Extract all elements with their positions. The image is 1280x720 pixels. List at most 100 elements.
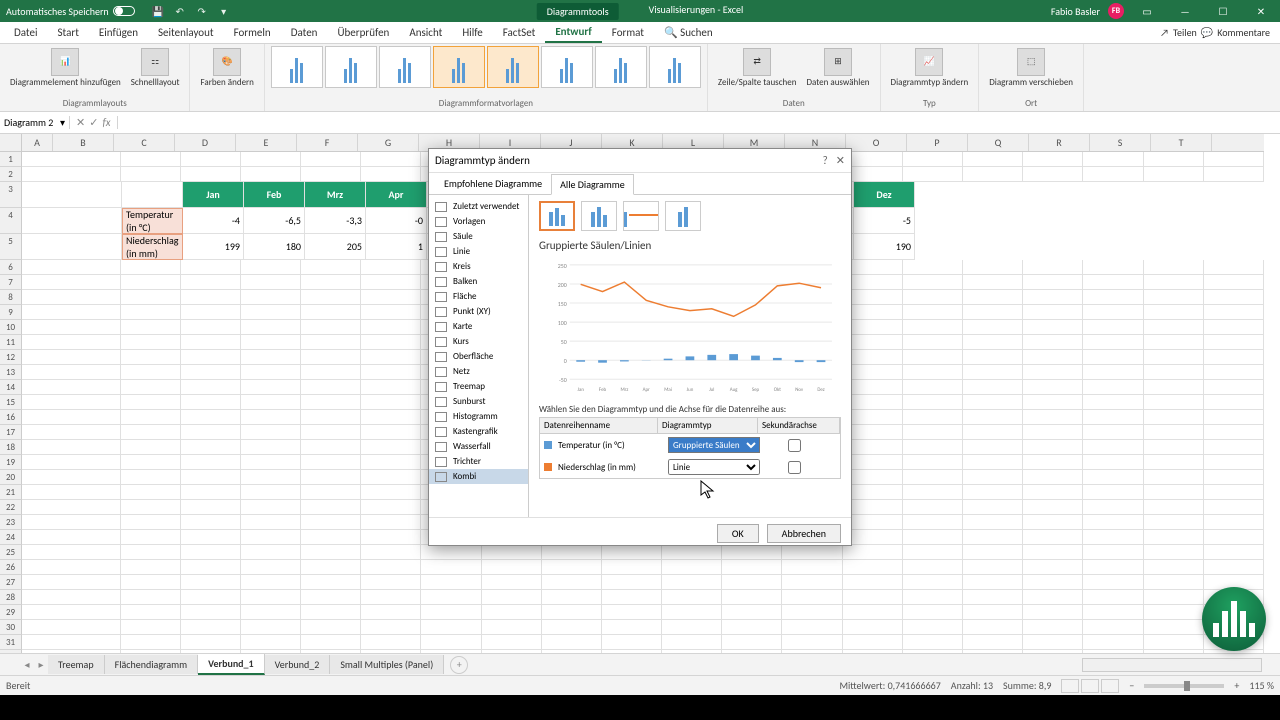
cell[interactable]	[1083, 635, 1143, 650]
cell[interactable]	[1083, 395, 1143, 410]
cell[interactable]	[1023, 320, 1083, 335]
cell[interactable]	[963, 455, 1023, 470]
enter-fx-icon[interactable]: ✓	[89, 116, 98, 129]
cell[interactable]	[843, 620, 903, 635]
cell[interactable]	[843, 650, 903, 653]
cell[interactable]	[361, 275, 421, 290]
chart-category-item[interactable]: Kombi	[429, 469, 528, 484]
cell[interactable]	[181, 530, 241, 545]
cell[interactable]	[1083, 485, 1143, 500]
cell[interactable]	[903, 410, 963, 425]
cell[interactable]	[181, 275, 241, 290]
cell[interactable]	[121, 485, 181, 500]
share-button[interactable]: ↗ Teilen	[1160, 26, 1197, 39]
cell[interactable]	[1083, 335, 1143, 350]
cell[interactable]	[121, 455, 181, 470]
column-header[interactable]: P	[907, 134, 968, 151]
cell[interactable]	[121, 395, 181, 410]
cell[interactable]	[903, 485, 963, 500]
cell[interactable]	[181, 152, 241, 167]
cell[interactable]	[1023, 350, 1083, 365]
chart-category-item[interactable]: Kurs	[429, 334, 528, 349]
cell[interactable]	[241, 305, 301, 320]
cell[interactable]	[1144, 650, 1204, 653]
cell[interactable]	[662, 635, 722, 650]
cell[interactable]	[301, 560, 361, 575]
row-header[interactable]: 28	[0, 590, 22, 605]
cell[interactable]	[903, 335, 963, 350]
cell[interactable]	[1083, 260, 1143, 275]
cell[interactable]	[181, 167, 241, 182]
cell[interactable]	[181, 290, 241, 305]
cell[interactable]	[361, 260, 421, 275]
cell[interactable]	[22, 470, 121, 485]
close-icon[interactable]: ✕	[1246, 0, 1276, 22]
cell[interactable]	[1144, 167, 1204, 182]
cell[interactable]	[22, 515, 121, 530]
cell[interactable]	[301, 350, 361, 365]
chart-category-item[interactable]: Kreis	[429, 259, 528, 274]
cell[interactable]	[241, 440, 301, 455]
cell[interactable]	[121, 440, 181, 455]
cell[interactable]	[421, 650, 481, 653]
cell[interactable]	[903, 167, 963, 182]
cell[interactable]	[181, 320, 241, 335]
cell[interactable]	[301, 395, 361, 410]
cell[interactable]	[181, 575, 241, 590]
row-header[interactable]: 21	[0, 485, 22, 500]
column-header[interactable]: D	[175, 134, 236, 151]
cell[interactable]	[1023, 605, 1083, 620]
row-header[interactable]: 10	[0, 320, 22, 335]
row-header[interactable]: 26	[0, 560, 22, 575]
row-header[interactable]: 27	[0, 575, 22, 590]
change-chart-type-button[interactable]: 📈Diagrammtyp ändern	[887, 46, 973, 90]
cell[interactable]	[121, 380, 181, 395]
cell[interactable]	[903, 260, 963, 275]
cell[interactable]	[722, 635, 782, 650]
chart-category-item[interactable]: Wasserfall	[429, 439, 528, 454]
cell[interactable]: 199	[183, 234, 244, 260]
cell[interactable]	[903, 395, 963, 410]
cell[interactable]	[301, 440, 361, 455]
cell[interactable]	[1023, 650, 1083, 653]
cell[interactable]	[542, 560, 602, 575]
cell[interactable]: -5	[854, 208, 915, 234]
cell[interactable]	[121, 260, 181, 275]
cell[interactable]	[1144, 290, 1204, 305]
cell[interactable]	[181, 335, 241, 350]
cell[interactable]	[1083, 167, 1143, 182]
cell[interactable]	[361, 410, 421, 425]
cell[interactable]	[482, 620, 542, 635]
cell[interactable]	[241, 590, 301, 605]
cell[interactable]	[22, 167, 121, 182]
cell[interactable]	[843, 590, 903, 605]
cell[interactable]	[1023, 455, 1083, 470]
cell[interactable]	[241, 575, 301, 590]
cell[interactable]	[361, 620, 421, 635]
cell[interactable]	[22, 545, 121, 560]
cell[interactable]	[301, 605, 361, 620]
cell[interactable]	[241, 500, 301, 515]
column-header[interactable]: R	[1029, 134, 1090, 151]
cell[interactable]	[1083, 380, 1143, 395]
cell[interactable]	[482, 605, 542, 620]
row-header[interactable]: 7	[0, 275, 22, 290]
cell[interactable]: Temperatur (in °C)	[122, 208, 183, 234]
cell[interactable]	[301, 275, 361, 290]
cell[interactable]	[722, 620, 782, 635]
cell[interactable]	[1083, 320, 1143, 335]
cell[interactable]	[1023, 275, 1083, 290]
cell[interactable]	[241, 560, 301, 575]
cell[interactable]	[1204, 335, 1264, 350]
dialog-close-icon[interactable]: ✕	[836, 154, 845, 167]
tab-daten[interactable]: Daten	[281, 23, 328, 42]
cell[interactable]	[903, 575, 963, 590]
cell[interactable]	[181, 260, 241, 275]
cell[interactable]	[301, 530, 361, 545]
cell[interactable]	[963, 545, 1023, 560]
cell[interactable]	[361, 515, 421, 530]
cell[interactable]	[903, 305, 963, 320]
cell[interactable]	[963, 530, 1023, 545]
cell[interactable]	[1144, 275, 1204, 290]
cell[interactable]	[1023, 380, 1083, 395]
